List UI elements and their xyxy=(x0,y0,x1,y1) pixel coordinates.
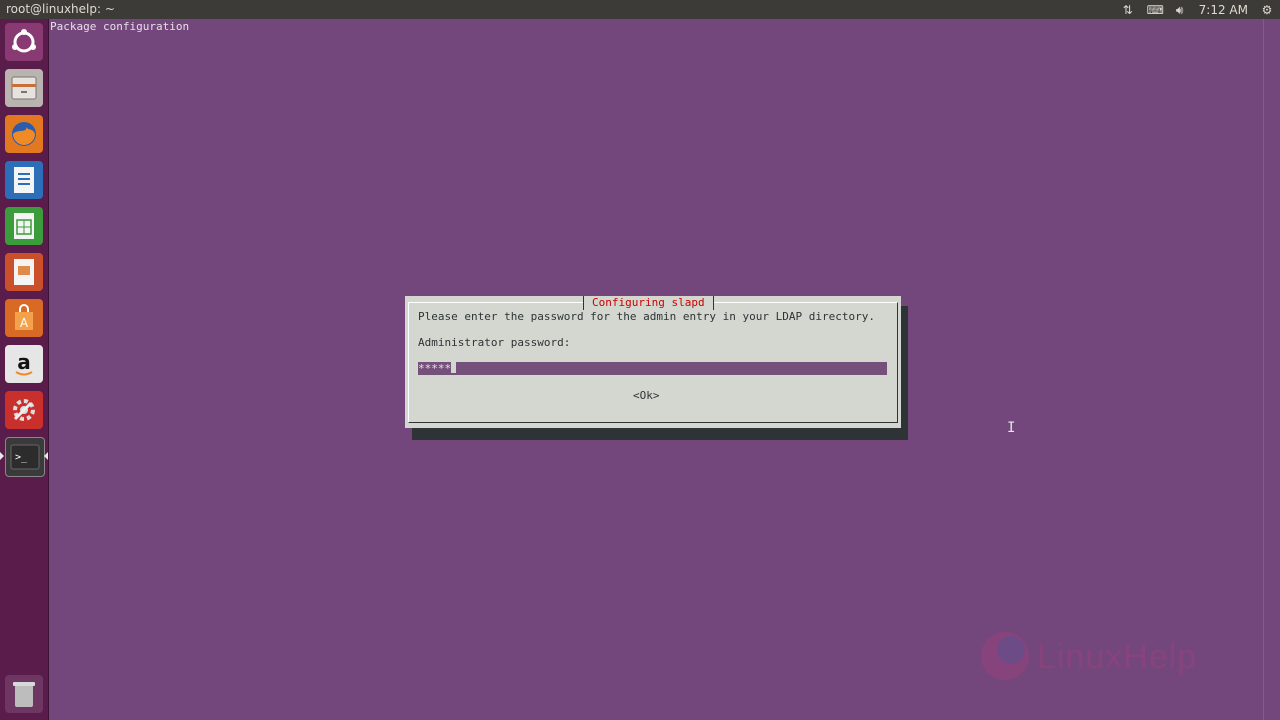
scrollbar[interactable] xyxy=(1263,19,1280,720)
shopping-bag-icon: A xyxy=(15,304,33,330)
indicator-area: ⇅ ⌨ 🔊︎ 7:12 AM ⚙ xyxy=(1121,0,1274,19)
slapd-config-dialog: Configuring slapd Please enter the passw… xyxy=(405,296,901,428)
launcher-software-center[interactable]: A xyxy=(5,299,43,337)
settings-icon[interactable]: ⚙ xyxy=(1260,3,1274,17)
launcher-ubuntu-dash[interactable] xyxy=(5,23,43,61)
window-title: root@linuxhelp: ~ xyxy=(6,2,115,16)
volume-icon[interactable]: 🔊︎ xyxy=(1173,3,1187,17)
launcher-terminal[interactable]: >_ xyxy=(5,437,45,477)
package-configuration-header: Package configuration xyxy=(50,20,190,33)
watermark-text: LinuxHelp xyxy=(1037,638,1198,676)
top-panel: root@linuxhelp: ~ ⇅ ⌨ 🔊︎ 7:12 AM ⚙ xyxy=(0,0,1280,19)
terminal-icon: >_ xyxy=(10,444,40,470)
launcher-writer[interactable] xyxy=(5,161,43,199)
active-indicator xyxy=(0,452,4,460)
launcher-amazon[interactable]: a xyxy=(5,345,43,383)
firefox-icon xyxy=(12,122,36,146)
svg-text:>_: >_ xyxy=(15,452,28,463)
text-cursor xyxy=(451,362,457,373)
amazon-icon: a xyxy=(15,350,33,376)
dialog-title: Configuring slapd xyxy=(583,296,714,310)
launcher-impress[interactable] xyxy=(5,253,43,291)
svg-text:A: A xyxy=(20,316,29,330)
launcher: A a >_ xyxy=(0,19,49,720)
trash-icon xyxy=(13,682,35,707)
i-beam-cursor-icon: I xyxy=(1007,420,1016,436)
spreadsheet-icon xyxy=(14,213,34,239)
launcher-calc[interactable] xyxy=(5,207,43,245)
password-label: Administrator password: xyxy=(418,336,571,349)
launcher-files[interactable] xyxy=(5,69,43,107)
file-cabinet-icon xyxy=(11,76,37,100)
keyboard-icon[interactable]: ⌨ xyxy=(1147,3,1164,17)
focus-indicator xyxy=(44,452,48,460)
ubuntu-logo-icon xyxy=(12,29,36,53)
presentation-icon xyxy=(14,259,34,285)
wrench-gear-icon xyxy=(13,399,35,421)
clock[interactable]: 7:12 AM xyxy=(1199,3,1248,17)
launcher-system-settings[interactable] xyxy=(5,391,43,429)
watermark: LinuxHelp xyxy=(977,628,1237,688)
network-icon[interactable]: ⇅ xyxy=(1121,3,1135,17)
password-mask: ***** xyxy=(418,362,452,375)
launcher-firefox[interactable] xyxy=(5,115,43,153)
ok-button[interactable]: <Ok> xyxy=(633,389,660,402)
password-input[interactable]: ***** xyxy=(418,362,887,375)
svg-text:a: a xyxy=(17,350,31,374)
document-icon xyxy=(14,167,34,193)
linuxhelp-logo-icon xyxy=(981,632,1029,680)
dialog-prompt: Please enter the password for the admin … xyxy=(418,310,875,323)
launcher-trash[interactable] xyxy=(5,675,43,713)
